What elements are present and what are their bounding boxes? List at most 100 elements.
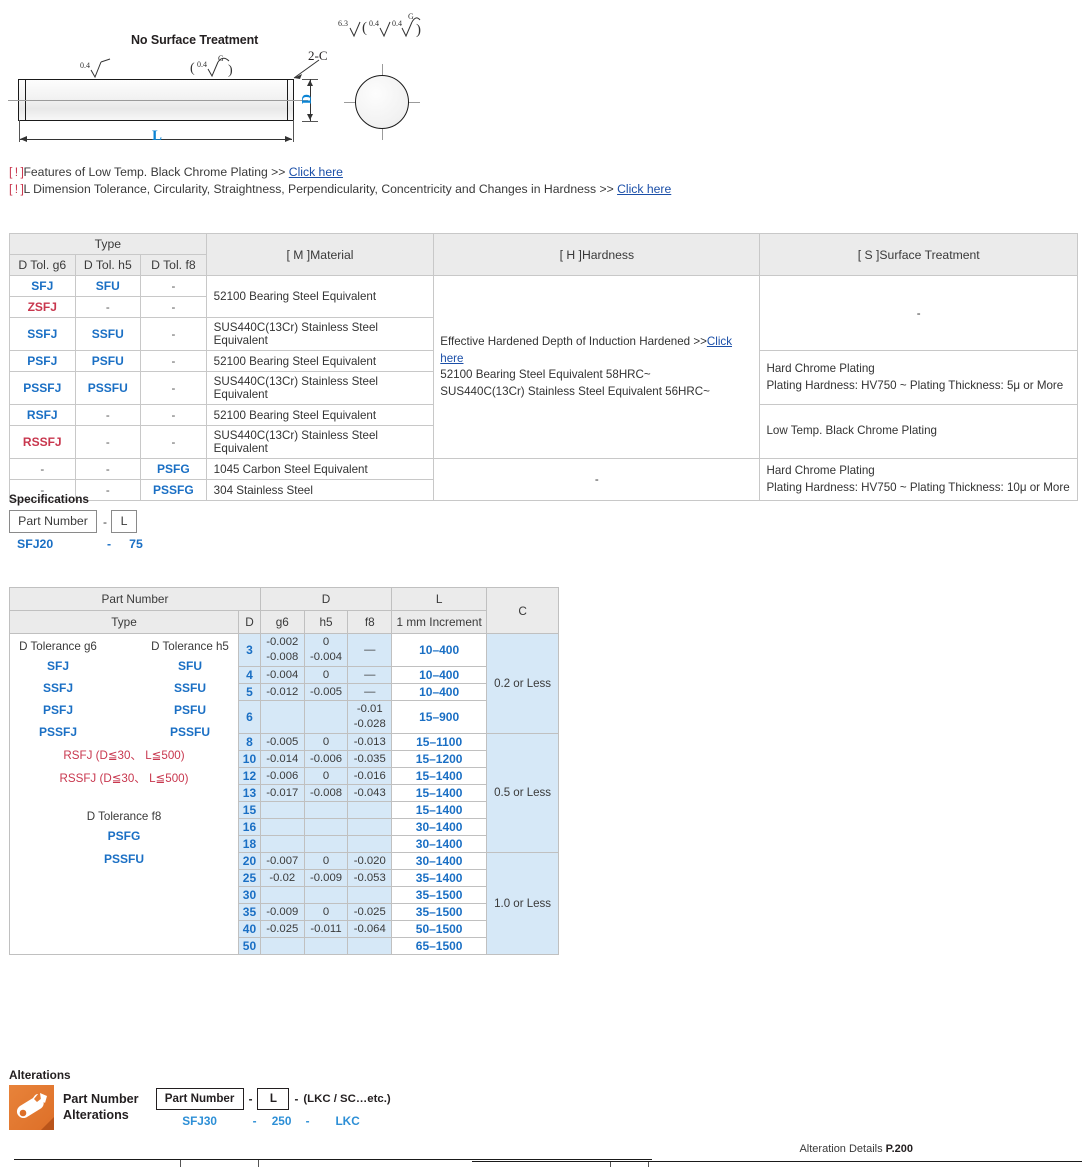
type-h5[interactable]: PSSFU	[142, 725, 238, 739]
roughness-mark-left: 0.4	[80, 58, 111, 79]
tol-f8	[347, 801, 393, 819]
tol-g6: -0.005	[259, 733, 305, 751]
alt-L-box[interactable]: L	[257, 1088, 290, 1110]
part-type-h5: -	[74, 296, 142, 318]
dim-arrow-right	[285, 136, 292, 142]
d-value: 6	[238, 700, 261, 734]
part-type-g6[interactable]: SSFJ	[9, 317, 76, 351]
type-h5[interactable]: SSFU	[142, 681, 238, 695]
type-f8[interactable]: PSSFU	[10, 852, 238, 866]
part-type-f8: -	[140, 275, 207, 297]
part-type-g6[interactable]: RSSFJ	[9, 425, 76, 459]
part-type-g6[interactable]: ZSFJ	[9, 296, 76, 318]
table-header-row: Type [ M ]Material [ H ]Hardness [ S ]Su…	[9, 233, 1078, 276]
hardness-line3: SUS440C(13Cr) Stainless Steel Equivalent…	[440, 384, 710, 398]
l-range: 15–1200	[391, 750, 488, 768]
l-range: 30–1400	[391, 852, 488, 870]
part-type-g6[interactable]: SFJ	[9, 275, 76, 297]
type-h5[interactable]: PSFU	[142, 703, 238, 717]
part-type-h5[interactable]: SFU	[74, 275, 142, 297]
svg-text:): )	[228, 63, 233, 78]
note-link[interactable]: Click here	[617, 182, 671, 196]
tol-f8: —	[347, 633, 393, 667]
alt-part-number-box[interactable]: Part Number	[155, 1088, 244, 1110]
note-row: [ ! ]L Dimension Tolerance, Circularity,…	[9, 181, 671, 198]
th-tol-f8: D Tol. f8	[140, 254, 207, 276]
svg-text:0.4: 0.4	[392, 19, 402, 28]
surface-none-cell: -	[759, 275, 1078, 351]
note-text: L Dimension Tolerance, Circularity, Stra…	[23, 182, 618, 196]
part-type-h5[interactable]: SSFU	[74, 317, 142, 351]
type-g6[interactable]: SFJ	[10, 659, 106, 673]
table-subheader-row: Type D g6 h5 f8 1 mm Increment	[9, 610, 559, 634]
note-links: [ ! ]Features of Low Temp. Black Chrome …	[9, 164, 671, 198]
part-type-g6[interactable]: RSFJ	[9, 404, 76, 426]
th-D-group: D	[259, 587, 393, 611]
dimension-table: Part Number D L C Type D g6 h5 f8 1 mm I…	[9, 587, 559, 955]
l-range: 50–1500	[391, 920, 488, 938]
tol-g6-lower: -0.008	[266, 651, 299, 663]
tol-h5: 0	[303, 767, 349, 785]
th-hardness: [ H ]Hardness	[433, 233, 761, 276]
d-value: 15	[238, 801, 261, 819]
fragment-divider	[258, 1160, 259, 1167]
wrench-icon	[9, 1085, 54, 1130]
tol-f8-upper: -0.01	[356, 703, 383, 715]
tol-h5-upper: 0	[322, 636, 330, 648]
part-type-f8[interactable]: PSFG	[140, 458, 207, 480]
d-value: 16	[238, 818, 261, 836]
tol-h5	[303, 937, 349, 955]
type-listing-cell: D Tolerance g6 D Tolerance h5 SFJ SFU SS…	[9, 633, 239, 955]
tol-g6: -0.006	[259, 767, 305, 785]
type-g6[interactable]: PSSFJ	[10, 725, 106, 739]
note-link[interactable]: Click here	[289, 165, 343, 179]
tol-g6: -0.004	[259, 666, 305, 684]
part-type-g6[interactable]: PSFJ	[9, 350, 76, 372]
svg-text:(: (	[190, 61, 195, 76]
material-cell: 304 Stainless Steel	[205, 479, 435, 501]
tol-f8	[347, 835, 393, 853]
tol-g6	[259, 937, 305, 955]
th-L: L	[391, 587, 488, 611]
d-value: 4	[238, 666, 261, 684]
type-pair-row: PSSFJ PSSFU	[10, 725, 238, 739]
tol-f8: -0.043	[347, 784, 393, 802]
type-listing: D Tolerance g6 D Tolerance h5 SFJ SFU SS…	[10, 634, 238, 866]
alt-suffix-label: (LKC / SC…etc.)	[303, 1093, 391, 1105]
warning-icon: [ ! ]	[9, 165, 24, 179]
type-f8[interactable]: PSFG	[10, 829, 238, 843]
th-part-number: Part Number	[9, 587, 261, 611]
tol-f8: -0.016	[347, 767, 393, 785]
dim-arrow-bottom	[307, 114, 313, 120]
part-type-h5: -	[74, 425, 142, 459]
type-g6[interactable]: PSFJ	[10, 703, 106, 717]
type-h5[interactable]: SFU	[142, 659, 238, 673]
th-h5: h5	[303, 610, 349, 634]
tol-h5: 0	[303, 666, 349, 684]
dim-ext-right	[293, 120, 294, 142]
spec-example-L: 75	[129, 537, 143, 551]
part-type-h5[interactable]: PSFU	[74, 350, 142, 372]
d-value: 12	[238, 767, 261, 785]
tol-g6: -0.012	[259, 683, 305, 701]
part-type-g6[interactable]: PSSFJ	[9, 371, 76, 405]
svg-text:(: (	[362, 20, 367, 36]
th-tol-h5: D Tol. h5	[74, 254, 142, 276]
d-value: 35	[238, 903, 261, 921]
spec-L-box[interactable]: L	[111, 510, 137, 533]
th-D: D	[238, 610, 261, 634]
table-row: SFJ SFU - 52100 Bearing Steel Equivalent…	[9, 275, 1078, 459]
spec-part-number-box[interactable]: Part Number	[9, 510, 97, 533]
type-red-row[interactable]: RSSFJ (D≦30、 L≦500)	[10, 770, 238, 786]
svg-text:0.4: 0.4	[369, 19, 379, 28]
type-head-f8: D Tolerance f8	[86, 810, 162, 823]
type-red-row[interactable]: RSFJ (D≦30、 L≦500)	[10, 747, 238, 763]
tol-g6: -0.02	[259, 869, 305, 887]
tol-f8	[347, 818, 393, 836]
part-type-h5[interactable]: PSSFU	[74, 371, 142, 405]
d-value: 30	[238, 886, 261, 904]
alteration-details-reference[interactable]: Alteration Details P.200	[799, 1143, 913, 1155]
alt-dash-1: -	[248, 1092, 253, 1106]
type-pair-row: SFJ SFU	[10, 659, 238, 673]
type-g6[interactable]: SSFJ	[10, 681, 106, 695]
